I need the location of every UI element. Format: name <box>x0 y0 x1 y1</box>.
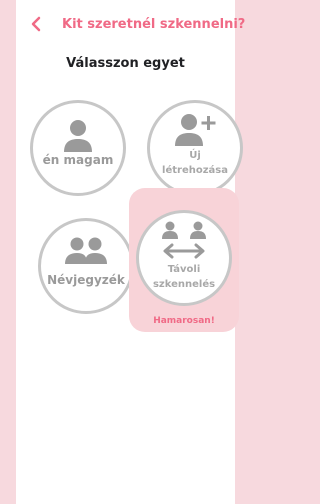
group-icon <box>65 237 107 264</box>
add-person-icon <box>175 114 216 146</box>
remote-scan-icon <box>162 221 206 259</box>
coming-soon-badge: Hamarosan! <box>153 316 215 326</box>
option-remote-scan-card: Távoli szkennelés Hamarosan! <box>129 188 239 332</box>
back-chevron-icon <box>31 16 41 32</box>
page-title: Kit szeretnél szkennelni? <box>62 17 246 32</box>
option-remote-scan-label-2: szkennelés <box>152 279 216 290</box>
option-create-new[interactable]: Új létrehozása <box>147 100 243 196</box>
option-create-new-label-2: létrehozása <box>162 165 228 176</box>
back-button[interactable] <box>26 14 46 34</box>
option-contacts[interactable]: Névjegyzék <box>38 218 134 314</box>
option-create-new-label-1: Új <box>189 150 201 161</box>
option-myself-label: én magam <box>42 153 114 167</box>
option-contacts-label: Névjegyzék <box>47 273 125 287</box>
subtitle: Válasszon egyet <box>66 56 185 71</box>
option-remote-scan-label-1: Távoli <box>167 264 201 275</box>
person-icon <box>64 120 92 152</box>
header: Kit szeretnél szkennelni? <box>16 0 246 48</box>
option-remote-scan[interactable]: Távoli szkennelés <box>136 210 232 306</box>
option-myself[interactable]: én magam <box>30 100 126 196</box>
